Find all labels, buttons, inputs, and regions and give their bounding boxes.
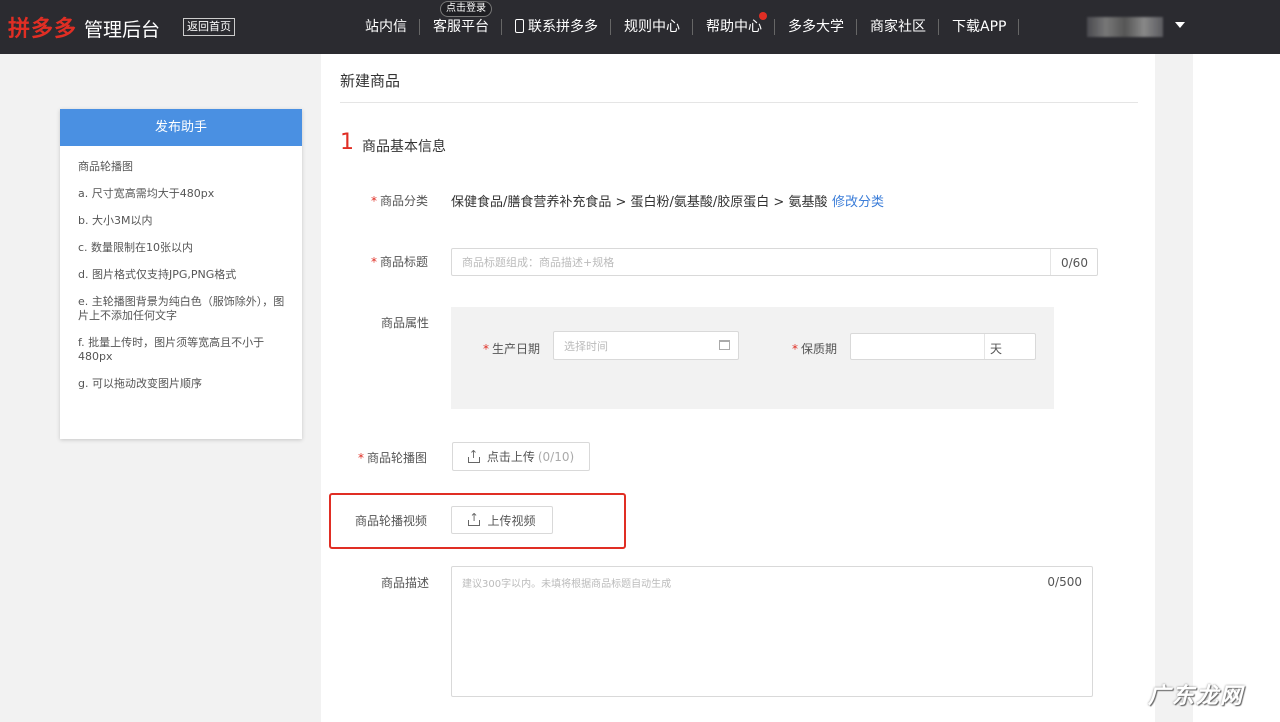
upload-images-label: 点击上传 — [486, 450, 535, 464]
upload-images-button[interactable]: 点击上传(0/10) — [452, 442, 590, 471]
nav-contact-label: 联系拼多多 — [528, 19, 598, 35]
back-home-button[interactable]: 返回首页 — [183, 18, 235, 36]
helper-tip: b. 大小3M以内 — [78, 214, 153, 227]
nav-university[interactable]: 多多大学 — [775, 0, 857, 54]
helper-tips: 商品轮播图 a. 尺寸宽高需均大于480px b. 大小3M以内 c. 数量限制… — [60, 146, 302, 391]
title-count-divider — [1050, 249, 1051, 275]
attributes-label: 商品属性 — [381, 316, 430, 330]
phone-icon — [515, 19, 524, 33]
title-label: * 商品标题 — [371, 255, 429, 269]
title-divider — [340, 102, 1138, 103]
nav-messages[interactable]: 站内信 — [352, 0, 420, 54]
step-label: 商品基本信息 — [362, 139, 446, 155]
nav-rules[interactable]: 规则中心 — [611, 0, 693, 54]
upload-video-label: 上传视频 — [487, 513, 536, 528]
helper-tip: 商品轮播图 — [78, 160, 133, 173]
account-dropdown-icon[interactable] — [1175, 22, 1185, 28]
pinduoduo-logo[interactable]: 拼多多 — [8, 11, 77, 43]
production-date-label: * 生产日期 — [483, 342, 541, 356]
shelf-unit-divider — [984, 334, 985, 359]
category-label: * 商品分类 — [371, 194, 429, 208]
description-label: 商品描述 — [381, 576, 430, 590]
step-number: 1 — [340, 130, 354, 155]
nav-contact[interactable]: 联系拼多多 — [502, 0, 611, 54]
nav-download-app[interactable]: 下载APP — [939, 0, 1020, 54]
helper-tip: e. 主轮播图背景为纯白色（服饰除外），图片上不添加任何文字 — [78, 295, 285, 322]
shelf-life-label: * 保质期 — [792, 342, 838, 356]
carousel-label: * 商品轮播图 — [358, 451, 428, 465]
top-bar: 拼多多 管理后台 返回首页 站内信 点击登录 客服平台 联系拼多多 规则中心 帮… — [0, 0, 1280, 54]
nav-community[interactable]: 商家社区 — [857, 0, 939, 54]
production-date-input[interactable]: 选择时间 — [553, 331, 739, 360]
helper-tip: a. 尺寸宽高需均大于480px — [78, 187, 215, 200]
shelf-life-unit: 天 — [990, 342, 1003, 356]
upload-images-count: (0/10) — [537, 449, 575, 464]
upload-video-button[interactable]: 上传视频 — [451, 506, 553, 534]
calendar-icon[interactable] — [719, 340, 730, 350]
description-char-count: 0/500 — [1047, 575, 1082, 589]
description-textarea[interactable]: 建议300字以内。未填将根据商品标题自动生成 0/500 — [451, 566, 1093, 697]
right-background — [1155, 54, 1193, 722]
helper-tip: c. 数量限制在10张以内 — [78, 241, 194, 254]
title-char-count: 0/60 — [1061, 256, 1088, 270]
nav-help-label: 帮助中心 — [706, 19, 762, 35]
helper-tip: g. 可以拖动改变图片顺序 — [78, 377, 202, 390]
nav-help[interactable]: 帮助中心 — [693, 0, 775, 54]
admin-title: 管理后台 — [84, 19, 161, 41]
watermark: 广东龙网 — [1148, 684, 1245, 709]
upload-icon — [467, 448, 480, 463]
description-placeholder: 建议300字以内。未填将根据商品标题自动生成 — [462, 579, 672, 590]
nav-customer-service-label: 客服平台 — [433, 19, 489, 35]
helper-tip: f. 批量上传时，图片须等宽高且不小于480px — [78, 336, 265, 363]
page-title: 新建商品 — [340, 72, 401, 90]
title-input[interactable]: 商品标题组成：商品描述+规格 — [451, 248, 1098, 276]
title-placeholder: 商品标题组成：商品描述+规格 — [462, 256, 615, 269]
notification-dot — [759, 12, 767, 20]
upload-icon — [468, 511, 481, 526]
account-name-blurred[interactable] — [1087, 17, 1163, 37]
edit-category-link[interactable]: 修改分类 — [832, 191, 884, 210]
carousel-video-label: 商品轮播视频 — [355, 514, 428, 528]
helper-title: 发布助手 — [60, 109, 302, 146]
publish-helper-card: 发布助手 商品轮播图 a. 尺寸宽高需均大于480px b. 大小3M以内 c.… — [60, 109, 302, 439]
login-badge[interactable]: 点击登录 — [440, 1, 492, 17]
shelf-life-input[interactable] — [850, 333, 1036, 360]
production-date-placeholder: 选择时间 — [564, 339, 608, 353]
helper-tip: d. 图片格式仅支持JPG,PNG格式 — [78, 268, 237, 281]
top-nav: 站内信 点击登录 客服平台 联系拼多多 规则中心 帮助中心 多多大学 商家社区 … — [352, 0, 1020, 54]
right-blank-area — [1193, 54, 1280, 722]
nav-customer-service[interactable]: 点击登录 客服平台 — [420, 0, 502, 54]
category-value: 保健食品/膳食营养补充食品 > 蛋白粉/氨基酸/胶原蛋白 > 氨基酸 — [451, 195, 828, 210]
